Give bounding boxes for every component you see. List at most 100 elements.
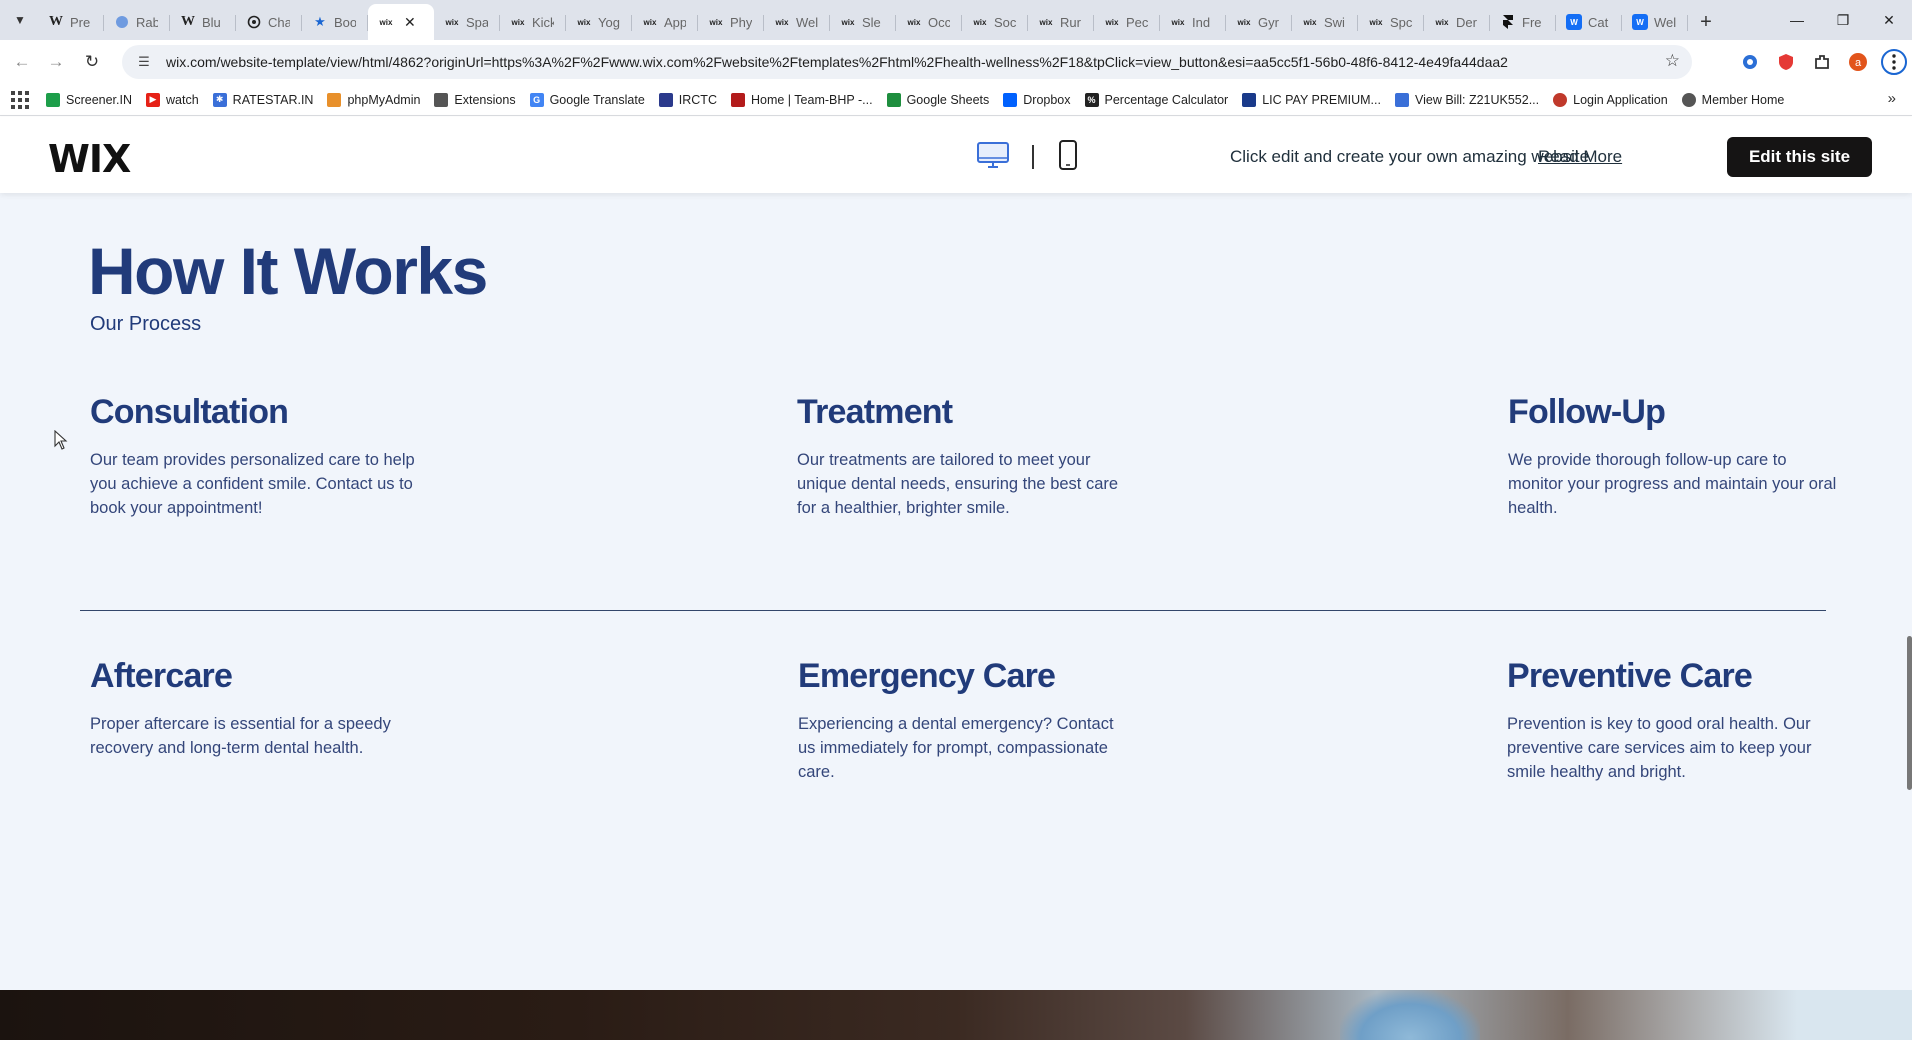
browser-tab[interactable]: wix Pec: [1094, 6, 1160, 38]
tab-title: Pec: [1126, 14, 1148, 30]
lic-icon: [1242, 92, 1257, 107]
tab-title: Swi: [1324, 14, 1345, 30]
reload-icon[interactable]: ↻: [78, 48, 106, 76]
extension-icon[interactable]: [1732, 46, 1768, 78]
browser-tab[interactable]: wix Swi: [1292, 6, 1358, 38]
edit-this-site-button[interactable]: Edit this site: [1727, 137, 1872, 177]
url-text[interactable]: wix.com/website-template/view/html/4862?…: [166, 54, 1626, 70]
wix-promo-text: Click edit and create your own amazing w…: [1230, 147, 1590, 166]
process-step-treatment: Treatment Our treatments are tailored to…: [797, 393, 1127, 520]
tab-title: Boo: [334, 14, 356, 30]
profile-avatar[interactable]: a: [1840, 46, 1876, 78]
wix-logo[interactable]: WIX: [48, 137, 131, 181]
read-more-link[interactable]: Read More: [1538, 147, 1622, 167]
bookmark-watch[interactable]: ▶ watch: [146, 92, 199, 107]
tab-title: Phy: [730, 14, 752, 30]
bookmark-phpmyadmin[interactable]: phpMyAdmin: [327, 92, 421, 107]
step-text: We provide thorough follow-up care to mo…: [1508, 451, 1837, 517]
back-arrow-icon[interactable]: ←: [8, 48, 36, 76]
step-text: Experiencing a dental emergency? Contact…: [798, 715, 1114, 781]
bookmark-lic[interactable]: LIC PAY PREMIUM...: [1242, 92, 1381, 107]
wix-favicon-icon: wix: [1237, 17, 1251, 27]
scrollbar-thumb[interactable]: [1907, 636, 1912, 790]
browser-tab[interactable]: wix Ind: [1160, 6, 1226, 38]
tab-title: Spa: [466, 14, 488, 30]
wix-favicon-icon: wix: [1369, 17, 1383, 27]
desktop-view-icon[interactable]: [976, 141, 1010, 169]
bookmark-label: phpMyAdmin: [347, 92, 421, 107]
browser-tab[interactable]: wix Spa: [434, 6, 500, 38]
bookmark-google-translate[interactable]: G Google Translate: [529, 92, 645, 107]
bookmark-label: Member Home: [1701, 92, 1785, 107]
browser-tab[interactable]: Fre: [1490, 6, 1556, 38]
bookmark-percentage-calculator[interactable]: % Percentage Calculator: [1084, 92, 1228, 107]
close-window-icon[interactable]: ✕: [1866, 0, 1912, 40]
bookmark-google-sheets[interactable]: Google Sheets: [886, 92, 989, 107]
browser-tab[interactable]: wix Rur: [1028, 6, 1094, 38]
browser-tab[interactable]: wix Gyr: [1226, 6, 1292, 38]
browser-tab[interactable]: wix Sle: [830, 6, 896, 38]
sheets-icon: [886, 92, 901, 107]
tab-search-icon[interactable]: ▼: [8, 8, 32, 32]
menu-kebab-icon[interactable]: [1876, 46, 1912, 78]
wix-favicon-icon: wix: [379, 17, 393, 27]
bookmark-label: Extensions: [454, 92, 516, 107]
more-bookmarks-chevron-icon[interactable]: »: [1888, 90, 1896, 107]
browser-tab[interactable]: wix Kick: [500, 6, 566, 38]
framer-icon: [1500, 14, 1516, 30]
browser-tab[interactable]: wix Occ: [896, 6, 962, 38]
browser-tab[interactable]: Rab: [104, 6, 170, 38]
blue-glove-shape: [1340, 990, 1480, 1040]
forward-arrow-icon[interactable]: →: [42, 48, 70, 76]
wix-favicon-icon: wix: [1039, 17, 1053, 27]
browser-tab[interactable]: wix Spc: [1358, 6, 1424, 38]
browser-tab[interactable]: wix Der: [1424, 6, 1490, 38]
apps-grid-icon[interactable]: [10, 90, 30, 110]
browser-tab[interactable]: wix Phy: [698, 6, 764, 38]
mobile-view-icon[interactable]: [1058, 140, 1078, 170]
site-settings-icon[interactable]: ☰: [132, 54, 156, 70]
close-tab-icon[interactable]: ✕: [404, 14, 416, 31]
team-bhp-icon: [730, 92, 745, 107]
wix-favicon-icon: wix: [709, 17, 723, 27]
minimize-icon[interactable]: —: [1774, 0, 1820, 40]
browser-tab[interactable]: wix App: [632, 6, 698, 38]
browser-tab[interactable]: wix Wel: [764, 6, 830, 38]
browser-tab[interactable]: W Blu: [170, 6, 236, 38]
bookmark-label: watch: [166, 92, 199, 107]
bookmark-team-bhp[interactable]: Home | Team-BHP -...: [730, 92, 873, 107]
browser-toolbar: ← → ↻ ☰ wix.com/website-template/view/ht…: [0, 40, 1912, 84]
bookmark-label: IRCTC: [678, 92, 717, 107]
restore-icon[interactable]: ❐: [1820, 0, 1866, 40]
bookmark-extensions[interactable]: Extensions: [434, 92, 516, 107]
bookmark-star-icon[interactable]: ☆: [1665, 51, 1680, 71]
browser-tab[interactable]: ★ Boo: [302, 6, 368, 38]
bookmarks-bar: Screener.IN ▶ watch ✱ RATESTAR.IN phpMyAdm…: [0, 84, 1912, 116]
browser-tab[interactable]: W Cat: [1556, 6, 1622, 38]
bookmark-label: RATESTAR.IN: [232, 92, 314, 107]
bookmark-dropbox[interactable]: Dropbox: [1003, 92, 1071, 107]
puzzle-extensions-icon[interactable]: [1804, 46, 1840, 78]
new-tab-button[interactable]: +: [1692, 8, 1720, 36]
bookmark-member-home[interactable]: Member Home: [1681, 92, 1785, 107]
page-scrollbar[interactable]: [1907, 193, 1912, 1040]
wix-favicon-icon: wix: [643, 17, 657, 27]
tab-title: Wel: [1654, 14, 1676, 30]
tab-list: W Pre Rab W Blu Cha ★ Boo wix ✕ wix Spa wix Ki…: [38, 4, 1720, 40]
dental-patient-photo: [0, 990, 1912, 1040]
shield-extension-icon[interactable]: [1768, 46, 1804, 78]
bookmark-view-bill[interactable]: View Bill: Z21UK552...: [1394, 92, 1540, 107]
browser-tab-active[interactable]: wix ✕: [368, 4, 434, 40]
bookmark-screener[interactable]: Screener.IN: [46, 92, 132, 107]
browser-tab[interactable]: W Pre: [38, 6, 104, 38]
bookmark-label: View Bill: Z21UK552...: [1414, 92, 1540, 107]
bookmark-irctc[interactable]: IRCTC: [658, 92, 717, 107]
bookmark-ratestar[interactable]: ✱ RATESTAR.IN: [212, 92, 314, 107]
browser-tab[interactable]: wix Yog: [566, 6, 632, 38]
browser-tab[interactable]: Cha: [236, 6, 302, 38]
wix-favicon-icon: wix: [1171, 17, 1185, 27]
bookmark-login-application[interactable]: Login Application: [1553, 92, 1668, 107]
browser-tab[interactable]: W Wel: [1622, 6, 1688, 38]
address-bar[interactable]: ☰ wix.com/website-template/view/html/486…: [122, 45, 1692, 79]
browser-tab[interactable]: wix Soc: [962, 6, 1028, 38]
